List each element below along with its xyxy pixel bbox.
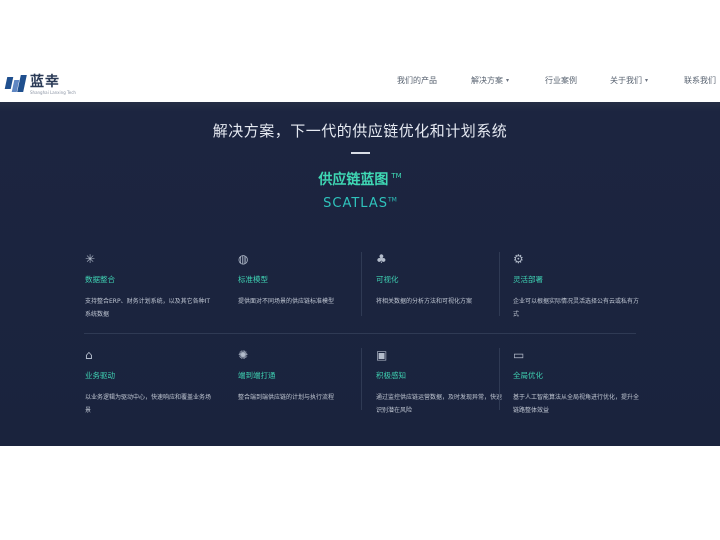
feature-active-sensing: ▣ 积极感知 通过监控供应链运营数据，及时发现异常，快速识别潜在风险 [376,348,506,417]
snowflake-icon: ✳ [85,252,96,266]
feature-title: 积极感知 [376,371,406,380]
feature-description: 通过监控供应链运营数据，及时发现异常，快速识别潜在风险 [376,394,503,414]
feature-end-to-end: ✺ 端到端打通 整合端到端供应链的计划与执行流程 [238,348,368,404]
feature-title: 全局优化 [513,371,543,380]
feature-title: 灵活部署 [513,275,543,284]
nav-item-products[interactable]: 我们的产品 [397,75,437,86]
feature-visualization: ♣ 可视化 将相关数据的分析方法和可视化方案 [376,252,506,308]
feature-flexible-deploy: ⚙ 灵活部署 企业可以根据实际情况灵活选择公有云或私有方式 [513,252,643,321]
logo-mark-icon [4,75,27,95]
flow-icon: ⚙ [513,252,524,266]
nav-item-solutions[interactable]: 解决方案 ▾ [471,75,509,86]
factory-icon: ⌂ [85,348,93,362]
hero-title: 解决方案，下一代的供应链优化和计划系统 [212,122,508,140]
nav-item-label: 关于我们 [610,76,642,85]
feature-title: 标准模型 [238,275,268,284]
row-divider [84,333,636,334]
feature-description: 企业可以根据实际情况灵活选择公有云或私有方式 [513,298,640,318]
hero-section: 解决方案，下一代的供应链优化和计划系统 供应链蓝图 TM SCATLASTM ✳ … [0,102,720,446]
feature-description: 将相关数据的分析方法和可视化方案 [376,298,473,305]
column-divider [499,348,500,410]
network-icon: ♣ [376,252,387,266]
product-name-text: 供应链蓝图 [318,172,389,188]
feature-description: 整合端到端供应链的计划与执行流程 [238,394,335,401]
feature-description: 提供面对不同场景的供应链标准模型 [238,298,335,305]
feature-description: 基于人工智能算法从全局视角进行优化，提升全链路整体效益 [513,394,640,414]
top-blank-area [0,0,720,62]
caret-down-icon: ▾ [506,77,510,84]
robot-icon: ▣ [376,348,388,362]
nav-item-label: 行业案例 [545,76,577,85]
title-divider [351,152,370,154]
nav-item-label: 解决方案 [471,76,503,85]
logo-name: 蓝幸 [30,74,60,90]
feature-title: 业务驱动 [85,371,115,380]
nav-item-label: 联系我们 [684,76,716,85]
feature-title: 数据整合 [85,275,115,284]
nav-item-label: 我们的产品 [397,76,437,85]
card-icon: ▭ [513,348,525,362]
sparkle-icon: ✺ [238,348,249,362]
product-name: 供应链蓝图 TM [0,169,720,189]
feature-data-integration: ✳ 数据整合 支持整合ERP、财务计划系统，以及其它各种IT系统数据 [85,252,215,321]
feature-standard-model: ◍ 标准模型 提供面对不同场景的供应链标准模型 [238,252,368,308]
nav-item-about[interactable]: 关于我们 ▾ [610,75,648,86]
brand-trademark: TM [388,196,397,204]
brand-name-text: SCATLAS [323,196,388,211]
nav-item-contact[interactable]: 联系我们 [684,75,716,86]
brand-name: SCATLASTM [0,196,720,211]
globe-icon: ◍ [238,252,249,266]
feature-description: 以业务逻辑为驱动中心，快速响应和覆盖业务场景 [85,394,212,414]
nav-item-cases[interactable]: 行业案例 [545,75,577,86]
feature-title: 端到端打通 [238,371,276,380]
logo-subtitle: Shanghai Lanxing Tech [30,90,76,95]
feature-business-driven: ⌂ 业务驱动 以业务逻辑为驱动中心，快速响应和覆盖业务场景 [85,348,215,417]
caret-down-icon: ▾ [645,77,649,84]
navbar: 蓝幸 Shanghai Lanxing Tech 我们的产品 解决方案 ▾ 行业… [0,62,720,102]
column-divider [361,348,362,410]
logo[interactable]: 蓝幸 Shanghai Lanxing Tech [4,74,76,96]
feature-global-optimization: ▭ 全局优化 基于人工智能算法从全局视角进行优化，提升全链路整体效益 [513,348,643,417]
column-divider [499,252,500,316]
column-divider [361,252,362,316]
feature-description: 支持整合ERP、财务计划系统，以及其它各种IT系统数据 [85,298,211,318]
product-trademark: TM [391,172,402,181]
feature-title: 可视化 [376,275,399,284]
